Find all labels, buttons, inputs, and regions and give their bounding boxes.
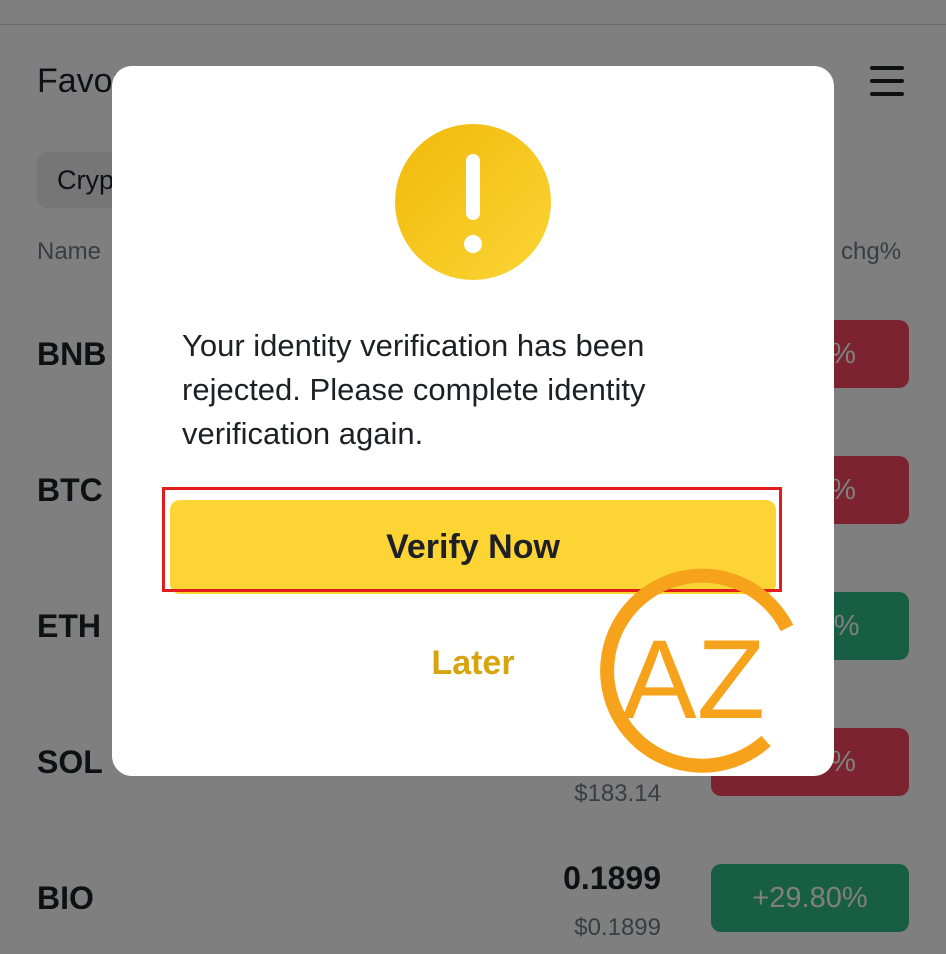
dialog-message: Your identity verification has been reje… [182,328,646,451]
svg-text:AZ: AZ [622,617,765,742]
exclamation-warning-icon [395,124,551,280]
az-watermark-logo: AZ [600,568,794,773]
